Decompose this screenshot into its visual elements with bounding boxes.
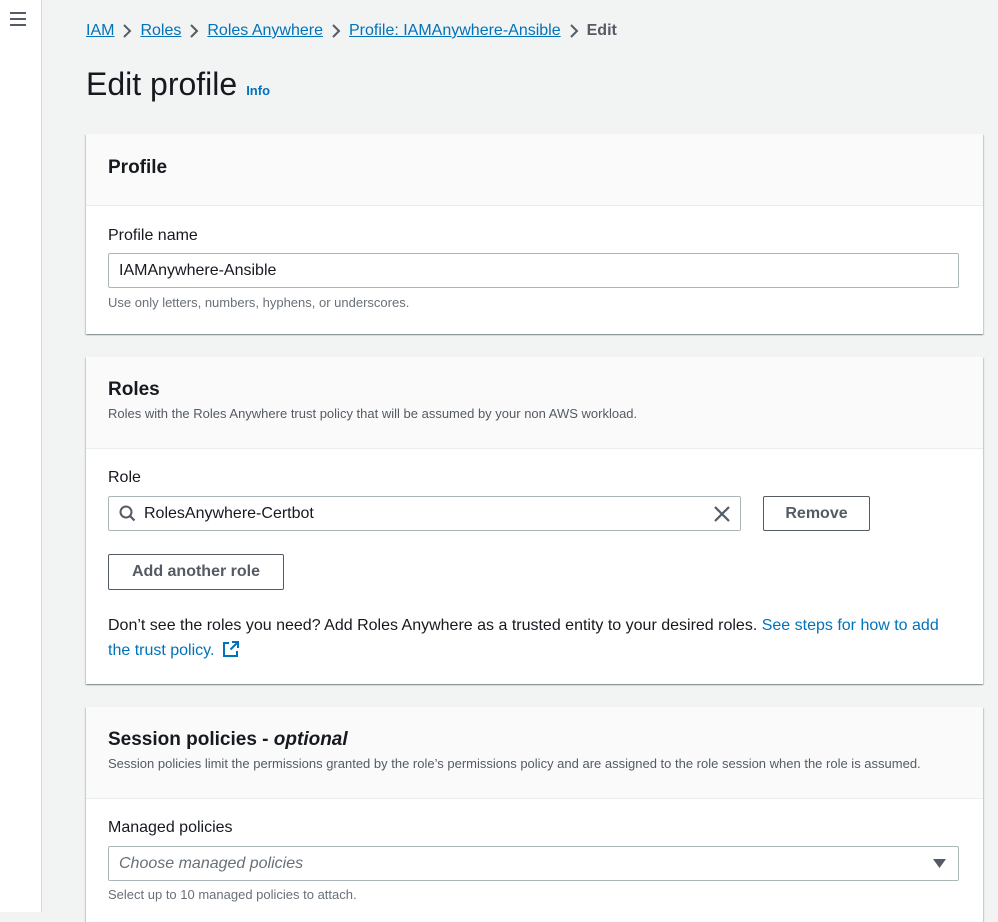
managed-policies-placeholder: Choose managed policies: [119, 854, 304, 872]
profile-name-input[interactable]: IAMAnywhere-Ansible: [108, 253, 959, 288]
roles-panel-header: Roles Roles with the Roles Anywhere trus…: [86, 357, 983, 449]
breadcrumb-profile[interactable]: Profile: IAMAnywhere-Ansible: [349, 22, 561, 40]
profile-panel-title: Profile: [108, 157, 168, 178]
roles-panel-title: Roles: [108, 379, 160, 400]
info-link[interactable]: Info: [246, 83, 270, 98]
hamburger-menu-icon[interactable]: [10, 12, 26, 26]
role-search-value: RolesAnywhere-Certbot: [144, 504, 314, 522]
profile-panel: Profile Profile name IAMAnywhere-Ansible…: [86, 134, 983, 334]
role-label: Role: [108, 469, 141, 486]
breadcrumb-roles-anywhere[interactable]: Roles Anywhere: [207, 22, 323, 40]
remove-role-button[interactable]: Remove: [763, 496, 870, 531]
roles-panel: Roles Roles with the Roles Anywhere trus…: [86, 357, 983, 684]
session-title-text: Session policies -: [108, 729, 274, 750]
roles-panel-description: Roles with the Roles Anywhere trust poli…: [108, 406, 638, 421]
left-navigation-rail: [0, 0, 42, 912]
caret-down-icon: [933, 859, 946, 869]
chevron-right-icon: [114, 22, 140, 40]
chevron-right-icon: [561, 22, 587, 40]
managed-policies-select[interactable]: Choose managed policies: [108, 846, 959, 881]
profile-name-hint: Use only letters, numbers, hyphens, or u…: [108, 295, 410, 310]
session-panel-title: Session policies - optional: [108, 729, 961, 751]
external-link-icon[interactable]: [222, 640, 239, 665]
profile-name-value: IAMAnywhere-Ansible: [119, 261, 277, 279]
managed-policies-hint: Select up to 10 managed policies to atta…: [108, 887, 357, 902]
clear-icon[interactable]: [713, 505, 731, 523]
breadcrumb: IAM Roles Roles Anywhere Profile: IAMAny…: [86, 20, 617, 42]
page-header: Edit profile Info: [86, 66, 270, 103]
session-panel-header: Session policies - optional Session poli…: [86, 707, 983, 799]
add-another-role-button[interactable]: Add another role: [108, 554, 284, 590]
session-title-optional: optional: [273, 729, 348, 750]
session-panel-description: Session policies limit the permissions g…: [108, 756, 921, 771]
session-policies-panel: Session policies - optional Session poli…: [86, 707, 983, 922]
breadcrumb-iam[interactable]: IAM: [86, 22, 114, 40]
page-title: Edit profile: [86, 66, 238, 102]
breadcrumb-roles[interactable]: Roles: [140, 22, 181, 40]
managed-policies-label: Managed policies: [108, 819, 233, 836]
breadcrumb-current: Edit: [586, 22, 617, 39]
roles-help-description: Don’t see the roles you need? Add Roles …: [108, 617, 762, 634]
role-search-input[interactable]: RolesAnywhere-Certbot: [108, 496, 741, 531]
roles-help-text: Don’t see the roles you need? Add Roles …: [108, 613, 948, 665]
chevron-right-icon: [181, 22, 207, 40]
profile-name-label: Profile name: [108, 227, 198, 244]
chevron-right-icon: [323, 22, 349, 40]
search-icon: [119, 505, 136, 522]
profile-panel-header: Profile: [86, 134, 983, 206]
